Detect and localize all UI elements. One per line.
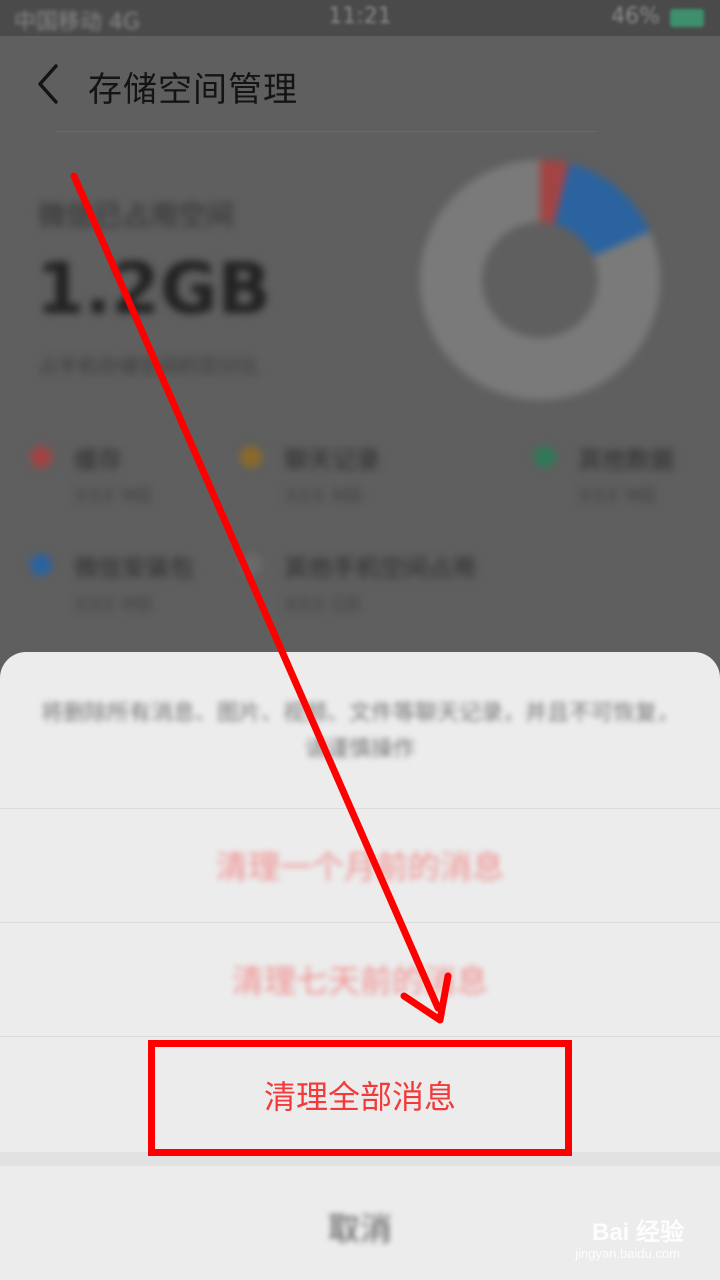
chevron-left-icon (38, 64, 58, 104)
sheet-divider (0, 1036, 720, 1037)
battery-icon (670, 9, 704, 27)
legend-size: XXX MB (74, 484, 153, 508)
legend-name: 微信安装包 (74, 554, 194, 582)
header: 存储空间管理 (0, 36, 720, 132)
legend-dot (240, 554, 262, 576)
baidu-watermark: Bai 经验 (591, 1219, 684, 1246)
legend-size: XXX MB (284, 484, 363, 508)
legend-name: 其他数据 (578, 446, 674, 474)
storage-summary: 微信已占用空间 1.2GB 占手机存储空间的百分比 缓存 XXX MB 聊天记录… (0, 132, 720, 652)
sheet-divider (0, 922, 720, 923)
sheet-divider (0, 808, 720, 809)
legend-name: 其他手机空间占用 (284, 554, 476, 582)
battery-percent: 46% (611, 4, 660, 29)
usage-value: 1.2GB (36, 248, 271, 330)
donut-hole (482, 222, 598, 338)
legend-size: XXX GB (284, 592, 361, 616)
legend-dot (240, 446, 262, 468)
legend-size: XXX MB (74, 592, 153, 616)
usage-label: 微信已占用空间 (38, 199, 235, 232)
action-sheet: 将删除所有消息、图片、视频、文件等聊天记录，并且不可恢复，请谨慎操作 清理一个月… (0, 652, 720, 1280)
baidu-watermark-url: jingyan.baidu.com (575, 1246, 680, 1261)
sheet-gap (0, 1152, 720, 1166)
back-button[interactable] (30, 60, 70, 108)
legend-dot (30, 554, 52, 576)
clear-all-messages-button[interactable]: 清理全部消息 (0, 1072, 720, 1118)
legend-dot (30, 446, 52, 468)
sheet-description: 将删除所有消息、图片、视频、文件等聊天记录，并且不可恢复，请谨慎操作 (40, 701, 679, 762)
legend-dot (534, 446, 556, 468)
clear-month-old-button[interactable]: 清理一个月前的消息 (0, 842, 720, 888)
legend-size: XXX MB (578, 484, 657, 508)
status-bar: 中国移动 4G 11:21 46% (0, 0, 720, 36)
page-title: 存储空间管理 (88, 70, 298, 110)
legend-name: 聊天记录 (284, 446, 380, 474)
usage-subtext: 占手机存储空间的百分比 (38, 354, 258, 378)
clear-week-old-button[interactable]: 清理七天前的消息 (0, 956, 720, 1002)
legend-name: 缓存 (74, 446, 122, 474)
